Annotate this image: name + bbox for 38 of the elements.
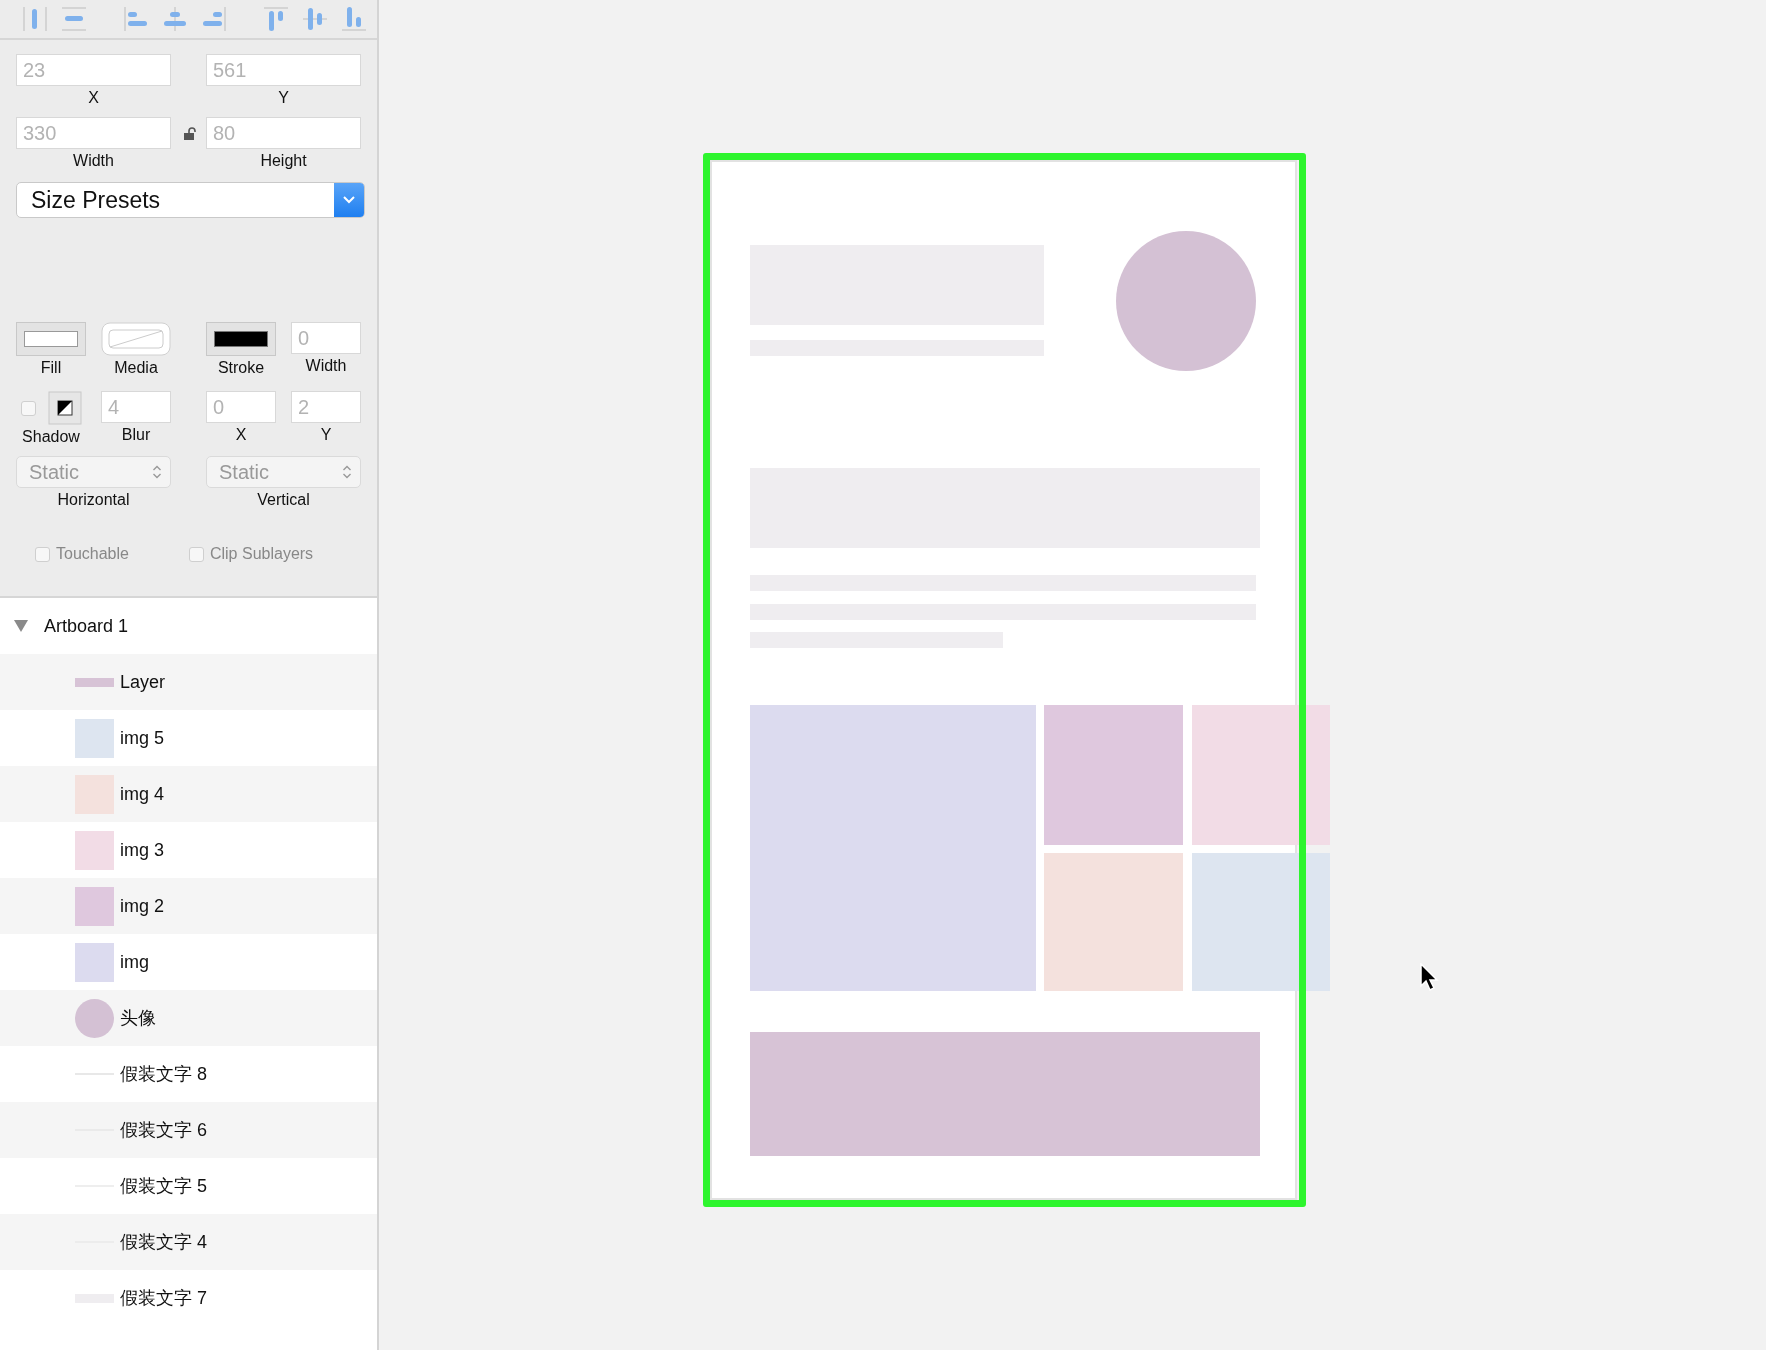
media-swatch[interactable]	[101, 322, 171, 356]
lock-icon[interactable]	[181, 127, 196, 141]
align-bottom-icon[interactable]	[339, 4, 369, 34]
shadow-checkbox[interactable]	[20, 400, 36, 416]
layer-row[interactable]: 假装文字 4	[0, 1214, 377, 1270]
field-label: Y	[320, 426, 332, 444]
field-label: Y	[278, 89, 289, 107]
stepper-icon	[342, 464, 352, 480]
field-label: Fill	[40, 359, 62, 377]
field-label: Vertical	[257, 491, 310, 509]
field-label: Horizontal	[57, 491, 130, 509]
field-label: Shadow	[22, 428, 80, 446]
field-label: Stroke	[217, 359, 265, 377]
layer-row[interactable]: img 4	[0, 766, 377, 822]
stepper-icon	[152, 464, 162, 480]
cursor-icon	[1419, 963, 1439, 993]
distribute-vertical-icon[interactable]	[59, 4, 89, 34]
field-label: X	[235, 426, 247, 444]
stroke-swatch[interactable]	[206, 322, 276, 356]
field-label: Width	[73, 152, 114, 170]
size-presets-dropdown[interactable]: Size Presets	[16, 182, 365, 218]
field-label: Media	[114, 359, 158, 377]
shadow-color-swatch[interactable]	[47, 391, 82, 425]
field-label: Height	[260, 152, 307, 170]
field-label: Width	[305, 357, 347, 375]
align-top-icon[interactable]	[261, 4, 291, 34]
layer-row[interactable]: 假装文字 6	[0, 1102, 377, 1158]
layer-row[interactable]: Layer	[0, 654, 377, 710]
disclosure-triangle-icon[interactable]	[14, 620, 28, 632]
option-checkbox[interactable]	[188, 546, 204, 562]
layer-row[interactable]: img 2	[0, 878, 377, 934]
distribute-horizontal-icon[interactable]	[20, 4, 50, 34]
fill-swatch[interactable]	[16, 322, 86, 356]
field-label: X	[88, 89, 99, 107]
layer-row[interactable]: 头像	[0, 990, 377, 1046]
field-label: Blur	[121, 426, 151, 444]
option-checkbox[interactable]	[35, 546, 50, 562]
chevron-down-icon	[342, 195, 356, 205]
